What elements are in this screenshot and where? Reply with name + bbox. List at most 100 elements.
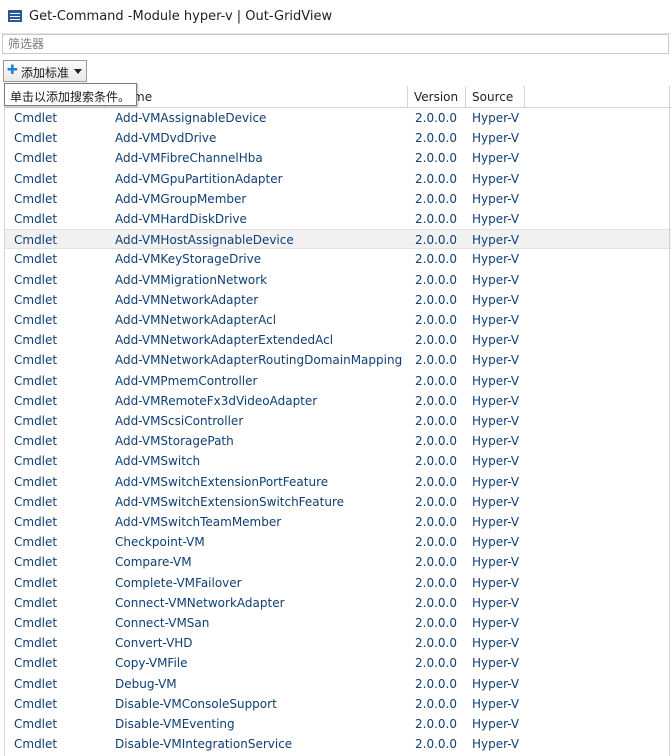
cell-source: Hyper-V bbox=[472, 272, 520, 287]
cell-commandtype: Cmdlet bbox=[14, 233, 58, 248]
cell-version: 2.0.0.0 bbox=[415, 272, 457, 287]
cell-name: Add-VMGpuPartitionAdapter bbox=[115, 171, 283, 186]
cell-version: 2.0.0.0 bbox=[415, 616, 457, 630]
table-row[interactable]: Cmdlet Copy-VMFile 2.0.0.0 Hyper-V bbox=[5, 653, 671, 673]
cell-name: Disable-VMIntegrationService bbox=[115, 737, 293, 752]
cell-commandtype: Cmdlet bbox=[14, 474, 58, 489]
window-title: Get-Command -Module hyper-v | Out-GridVi… bbox=[29, 9, 333, 24]
cell-name: Compare-VM bbox=[115, 555, 192, 570]
table-row[interactable]: Cmdlet Add-VMGpuPartitionAdapter 2.0.0.0 Hy… bbox=[5, 169, 671, 189]
cell-source: Hyper-V bbox=[472, 111, 520, 125]
cell-commandtype: Cmdlet bbox=[14, 111, 58, 125]
table-row[interactable]: Cmdlet Add-VMGroupMember 2.0.0.0 Hyper-V bbox=[5, 189, 671, 209]
cell-name: Add-VMSwitchTeamMember bbox=[115, 515, 282, 529]
cell-source: Hyper-V bbox=[472, 151, 520, 166]
add-criteria-label: 添加标准 bbox=[21, 66, 70, 80]
cell-commandtype: Cmdlet bbox=[14, 515, 58, 529]
cell-version: 2.0.0.0 bbox=[415, 151, 457, 166]
column-header-name[interactable]: me bbox=[105, 86, 408, 107]
table-row[interactable]: Cmdlet Add-VMHostAssignableDevice 2.0.0.0 H… bbox=[5, 229, 671, 250]
cell-version: 2.0.0.0 bbox=[415, 575, 457, 590]
powershell-grid-icon bbox=[8, 10, 22, 22]
table-row[interactable]: Cmdlet Complete-VMFailover 2.0.0.0 Hyper-V bbox=[5, 573, 671, 593]
cell-commandtype: Cmdlet bbox=[14, 313, 58, 327]
tooltip: 单击以添加搜索条件。 bbox=[4, 83, 137, 106]
title-bar: Get-Command -Module hyper-v | Out-GridVi… bbox=[0, 0, 671, 34]
table-row[interactable]: Cmdlet Add-VMHardDiskDrive 2.0.0.0 Hyper-V bbox=[5, 209, 671, 229]
cell-commandtype: Cmdlet bbox=[14, 454, 58, 469]
cell-source: Hyper-V bbox=[472, 212, 520, 226]
cell-commandtype: Cmdlet bbox=[14, 171, 58, 186]
table-row[interactable]: Cmdlet Add-VMKeyStorageDrive 2.0.0.0 Hyper-… bbox=[5, 249, 671, 269]
table-row[interactable]: Cmdlet Add-VMAssignableDevice 2.0.0.0 Hyper… bbox=[5, 108, 671, 128]
plus-icon: ✚ bbox=[7, 63, 18, 78]
table-row[interactable]: Cmdlet Connect-VMNetworkAdapter 2.0.0.0 Hyp… bbox=[5, 593, 671, 613]
cell-version: 2.0.0.0 bbox=[415, 555, 457, 570]
cell-commandtype: Cmdlet bbox=[14, 252, 58, 267]
table-row[interactable]: Cmdlet Add-VMFibreChannelHba 2.0.0.0 Hyper-… bbox=[5, 148, 671, 168]
cell-name: Connect-VMNetworkAdapter bbox=[115, 595, 285, 610]
column-header-source[interactable]: Source bbox=[466, 86, 525, 107]
cell-source: Hyper-V bbox=[472, 393, 520, 408]
column-header-version[interactable]: Version bbox=[408, 86, 466, 107]
filter-box[interactable] bbox=[2, 34, 669, 54]
table-row[interactable]: Cmdlet Add-VMSwitch 2.0.0.0 Hyper-V bbox=[5, 451, 671, 471]
table-row[interactable]: Cmdlet Connect-VMSan 2.0.0.0 Hyper-V bbox=[5, 613, 671, 633]
cell-version: 2.0.0.0 bbox=[415, 434, 457, 449]
table-row[interactable]: Cmdlet Add-VMNetworkAdapterExtendedAcl 2.0… bbox=[5, 330, 671, 350]
cell-version: 2.0.0.0 bbox=[415, 353, 457, 368]
table-row[interactable]: Cmdlet Add-VMScsiController 2.0.0.0 Hyper-V bbox=[5, 411, 671, 431]
cell-name: Disable-VMEventing bbox=[115, 717, 235, 731]
table-row[interactable]: Cmdlet Add-VMNetworkAdapterRoutingDomainM… bbox=[5, 350, 671, 370]
cell-source: Hyper-V bbox=[472, 191, 520, 206]
cell-version: 2.0.0.0 bbox=[415, 373, 457, 388]
cell-commandtype: Cmdlet bbox=[14, 272, 58, 287]
cell-version: 2.0.0.0 bbox=[415, 212, 457, 226]
cell-commandtype: Cmdlet bbox=[14, 353, 58, 368]
table-row[interactable]: Cmdlet Compare-VM 2.0.0.0 Hyper-V bbox=[5, 552, 671, 572]
table-row[interactable]: Cmdlet Add-VMNetworkAdapter 2.0.0.0 Hyper-V bbox=[5, 290, 671, 310]
cell-name: Add-VMMigrationNetwork bbox=[115, 272, 268, 287]
cell-name: Add-VMAssignableDevice bbox=[115, 111, 267, 125]
cell-commandtype: Cmdlet bbox=[14, 656, 58, 671]
table-row[interactable]: Cmdlet Convert-VHD 2.0.0.0 Hyper-V bbox=[5, 633, 671, 653]
cell-source: Hyper-V bbox=[472, 292, 520, 307]
cell-commandtype: Cmdlet bbox=[14, 434, 58, 449]
table-row[interactable]: Cmdlet Add-VMRemoteFx3dVideoAdapter 2.0.0.… bbox=[5, 391, 671, 411]
cell-version: 2.0.0.0 bbox=[415, 535, 457, 550]
cell-name: Debug-VM bbox=[115, 676, 177, 691]
table-row[interactable]: Cmdlet Add-VMNetworkAdapterAcl 2.0.0.0 Hype… bbox=[5, 310, 671, 330]
cell-commandtype: Cmdlet bbox=[14, 333, 58, 348]
table-row[interactable]: Cmdlet Disable-VMIntegrationService 2.0.0.… bbox=[5, 734, 671, 754]
cell-name: Add-VMFibreChannelHba bbox=[115, 151, 263, 166]
grid-right-border bbox=[669, 86, 670, 756]
filter-input[interactable] bbox=[3, 35, 668, 53]
table-row[interactable]: Cmdlet Add-VMSwitchExtensionPortFeature 2.… bbox=[5, 472, 671, 492]
cell-version: 2.0.0.0 bbox=[415, 515, 457, 529]
cell-source: Hyper-V bbox=[472, 313, 520, 327]
cell-commandtype: Cmdlet bbox=[14, 373, 58, 388]
cell-name: Add-VMNetworkAdapter bbox=[115, 292, 259, 307]
cell-commandtype: Cmdlet bbox=[14, 676, 58, 691]
table-row[interactable]: Cmdlet Add-VMPmemController 2.0.0.0 Hyper-V bbox=[5, 371, 671, 391]
cell-commandtype: Cmdlet bbox=[14, 555, 58, 570]
cell-version: 2.0.0.0 bbox=[415, 696, 457, 711]
add-criteria-button[interactable]: ✚ 添加标准 bbox=[3, 60, 87, 82]
table-row[interactable]: Cmdlet Disable-VMConsoleSupport 2.0.0.0 Hyp… bbox=[5, 694, 671, 714]
table-row[interactable]: Cmdlet Add-VMSwitchTeamMember 2.0.0.0 Hyper… bbox=[5, 512, 671, 532]
table-row[interactable]: Cmdlet Checkpoint-VM 2.0.0.0 Hyper-V bbox=[5, 532, 671, 552]
cell-version: 2.0.0.0 bbox=[415, 111, 457, 125]
table-row[interactable]: Cmdlet Add-VMSwitchExtensionSwitchFeature… bbox=[5, 492, 671, 512]
cell-commandtype: Cmdlet bbox=[14, 595, 58, 610]
cell-version: 2.0.0.0 bbox=[415, 233, 457, 248]
cell-source: Hyper-V bbox=[472, 333, 520, 348]
table-row[interactable]: Cmdlet Disable-VMEventing 2.0.0.0 Hyper-V bbox=[5, 714, 671, 734]
table-row[interactable]: Cmdlet Add-VMStoragePath 2.0.0.0 Hyper-V bbox=[5, 431, 671, 451]
table-row[interactable]: Cmdlet Add-VMDvdDrive 2.0.0.0 Hyper-V bbox=[5, 128, 671, 148]
cell-name: Add-VMSwitchExtensionSwitchFeature bbox=[115, 494, 345, 509]
table-row[interactable]: Cmdlet Add-VMMigrationNetwork 2.0.0.0 Hyper… bbox=[5, 270, 671, 290]
cell-source: Hyper-V bbox=[472, 636, 520, 651]
cell-source: Hyper-V bbox=[472, 353, 520, 368]
table-row[interactable]: Cmdlet Debug-VM 2.0.0.0 Hyper-V bbox=[5, 674, 671, 694]
cell-source: Hyper-V bbox=[472, 494, 520, 509]
